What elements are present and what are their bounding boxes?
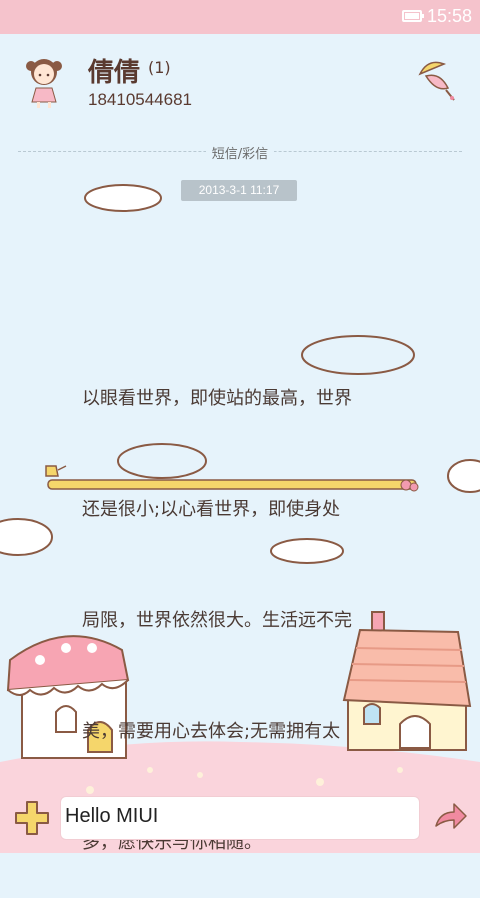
status-bar: 15:58 <box>0 0 480 34</box>
conversation-header: 倩倩 (1) 18410544681 <box>0 34 480 134</box>
status-time: 15:58 <box>426 6 472 26</box>
message-line: 以眼看世界，即使站的最高，世界 <box>82 388 352 409</box>
message-line: 局限，世界依然很大。生活远不完 <box>82 610 352 631</box>
send-arrow-icon[interactable] <box>432 800 468 834</box>
watering-can-icon <box>45 465 67 477</box>
contact-phone[interactable]: 18410544681 <box>88 90 192 110</box>
message-timestamp: 2013-3-1 11:17 <box>181 180 297 201</box>
umbrella-icon[interactable] <box>414 54 458 102</box>
message-input[interactable]: Hello MIUI <box>60 796 420 840</box>
battery-icon <box>402 10 424 22</box>
cloud <box>447 459 480 493</box>
message-type-label: 短信/彩信 <box>0 143 480 162</box>
girl-avatar-icon[interactable] <box>22 54 66 110</box>
message-line: 美，需要用心去体会;无需拥有太 <box>82 721 341 742</box>
message-line: 还是很小;以心看世界，即使身处 <box>82 499 341 520</box>
message-count: (1) <box>148 58 171 77</box>
cloud <box>84 184 162 212</box>
cloud <box>0 518 53 556</box>
contact-name[interactable]: 倩倩 <box>88 52 140 89</box>
plus-icon[interactable] <box>12 798 52 838</box>
